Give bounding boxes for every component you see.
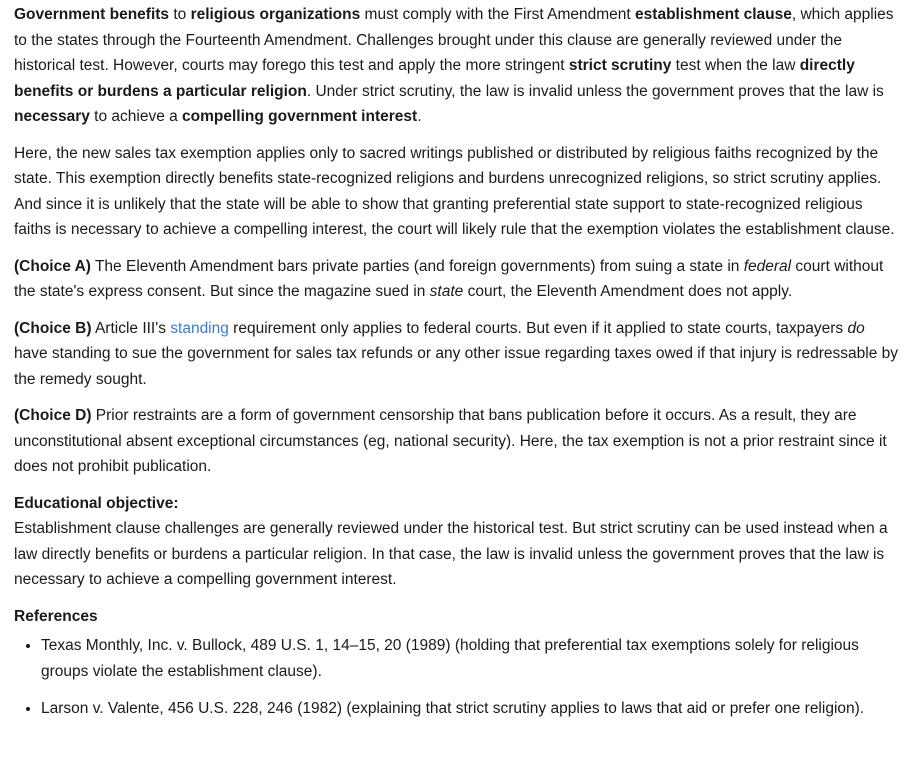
- choice-a-label: (Choice A): [14, 257, 91, 275]
- educational-objective: Educational objective: Establishment cla…: [14, 491, 900, 593]
- term-strict-scrutiny: strict scrutiny: [568, 57, 672, 74]
- references-heading: References: [14, 607, 98, 625]
- intro-paragraph: Government benefits to religious organiz…: [14, 6, 894, 125]
- choice-a-explanation: (Choice A) The Eleventh Amendment bars p…: [14, 257, 884, 301]
- analysis-paragraph: Here, the new sales tax exemption applie…: [14, 144, 895, 239]
- term-establishment-clause: establishment clause: [635, 6, 792, 23]
- choice-d-explanation: (Choice D) Prior restraints are a form o…: [14, 407, 887, 475]
- term-necessary: necessary: [14, 108, 90, 125]
- standing-link[interactable]: standing: [170, 320, 229, 337]
- references-list: Texas Monthly, Inc. v. Bullock, 489 U.S.…: [14, 633, 900, 722]
- choice-b-explanation: (Choice B) Article III's standing requir…: [14, 319, 898, 388]
- educational-objective-text: Establishment clause challenges are gene…: [14, 520, 888, 588]
- reference-item: Texas Monthly, Inc. v. Bullock, 489 U.S.…: [41, 633, 900, 684]
- term-compelling-interest: compelling government interest: [182, 108, 418, 125]
- choice-d-label: (Choice D): [14, 407, 92, 424]
- explanation-content: Government benefits to religious organiz…: [0, 0, 914, 722]
- term-government-benefits: Government benefits: [14, 6, 170, 23]
- educational-objective-heading: Educational objective:: [14, 494, 179, 512]
- reference-item: Larson v. Valente, 456 U.S. 228, 246 (19…: [41, 696, 900, 722]
- term-religious-organizations: religious organizations: [190, 6, 361, 23]
- choice-b-label: (Choice B): [14, 319, 92, 337]
